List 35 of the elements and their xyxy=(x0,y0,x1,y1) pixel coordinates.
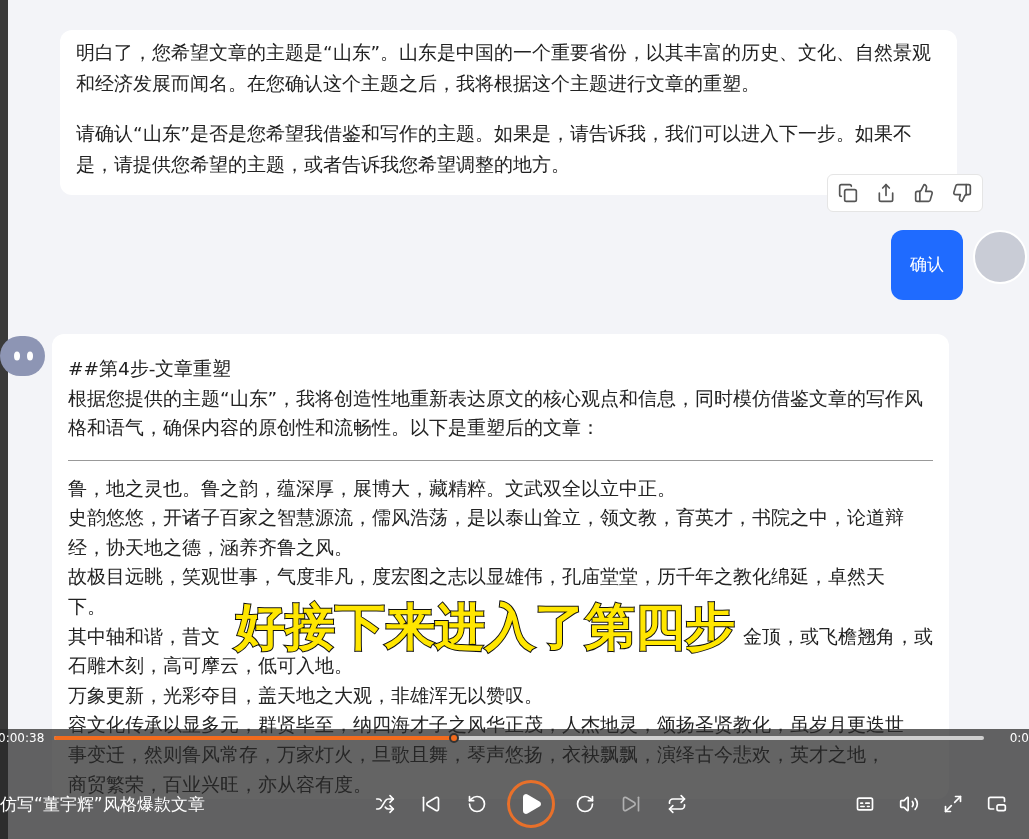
fullscreen-icon[interactable] xyxy=(943,794,963,814)
subtitles-icon[interactable] xyxy=(855,794,875,814)
article-text: 万象更新，光彩夺目，盖天地之大观，非雄浑无以赞叹。 xyxy=(68,685,543,706)
previous-icon[interactable] xyxy=(421,794,441,814)
article-text: 故极目远眺，笑观世事，气度非凡，度宏图之志以显雄伟，孔庙堂堂，历千年之教化绵延，卓然天 xyxy=(68,567,885,588)
play-button[interactable] xyxy=(507,780,555,828)
thumbs-down-icon[interactable] xyxy=(952,183,972,203)
message-text: 请确认“山东”是否是您希望我借鉴和写作的主题。如果是，请告诉我，我们可以进入下一步。如果不是，请提供您希望的主题，或者告诉我您希望调整的地方。 xyxy=(76,122,914,177)
article-text: 事变迁，然则鲁风常存，万家灯火，旦歌且舞，琴声悠扬，衣袂飘飘，演绎古今悲欢，英才之地， xyxy=(68,744,885,765)
article-text: 石雕木刻，高可摩云，低可入地。 xyxy=(68,656,353,677)
thumbs-up-icon[interactable] xyxy=(914,183,934,203)
message-heading: ##第4步-文章重塑 xyxy=(68,357,233,381)
volume-icon[interactable] xyxy=(899,794,919,814)
article-text: 商贸繁荣，百业兴旺，亦从容有度。 xyxy=(68,774,372,795)
rewind-icon[interactable] xyxy=(467,794,487,814)
shuffle-icon[interactable] xyxy=(375,794,395,814)
article-text: 下。 xyxy=(68,596,106,617)
repeat-icon[interactable] xyxy=(667,794,687,814)
picture-in-picture-icon[interactable] xyxy=(987,794,1007,814)
article-text: 经，协天地之德，涵养齐鲁之风。 xyxy=(68,537,353,558)
message-text: 明白了，您希望文章的主题是“山东”。山东是中国的一个重要省份，以其丰富的历史、文化、自然景观和经济发展而闻名。在您确认这个主题之后，我将根据这个主题进行文章的重塑。 xyxy=(76,41,933,96)
copy-icon[interactable] xyxy=(838,183,858,203)
video-title: 仿写“董宇辉”风格爆款文章 xyxy=(0,794,206,814)
article-text: 金顶，或飞檐翘角，或 xyxy=(743,626,933,647)
progress-track[interactable] xyxy=(54,733,984,743)
share-icon[interactable] xyxy=(876,183,896,203)
article-text: 史韵悠悠，开诸子百家之智慧源流，儒风浩荡，是以泰山耸立，领文教，育英才，书院之中，论道辩 xyxy=(68,508,904,529)
video-subtitle: 好接下来进入了第四步 xyxy=(235,602,735,652)
forward-icon[interactable] xyxy=(575,794,595,814)
message-text: 根据您提供的主题“山东”，我将创造性地重新表达原文的核心观点和信息，同时模仿借鉴文章的写作风格和语气，确保内容的原创性和流畅性。以下是重塑后的文章： xyxy=(68,386,925,441)
progress-handle[interactable] xyxy=(448,733,459,743)
user-message-bubble[interactable]: 确认 xyxy=(891,230,963,300)
duration-time: 0:0 xyxy=(1009,730,1029,747)
article-text: 鲁，地之灵也。鲁之韵，蕴深厚，展博大，藏精粹。文武双全以立中正。 xyxy=(68,478,676,499)
article-text: 其中轴和谐，昔文 xyxy=(68,626,220,647)
